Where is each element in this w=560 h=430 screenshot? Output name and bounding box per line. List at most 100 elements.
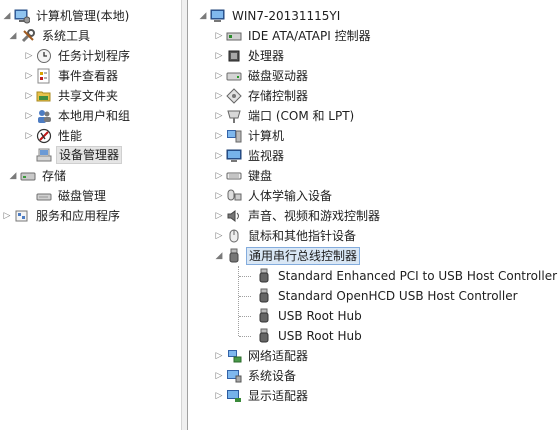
tree-item-performance[interactable]: ▷ 性能	[24, 126, 84, 146]
collapse-arrow-icon[interactable]: ◢	[198, 6, 208, 26]
category-usb-controllers[interactable]: ◢ 通用串行总线控制器	[214, 246, 361, 266]
tree-item-label: 系统工具	[42, 29, 91, 43]
tree-item-local-users-groups[interactable]: ▷ 本地用户和组	[24, 106, 132, 126]
usb-device-item[interactable]: USB Root Hub	[244, 306, 364, 326]
services-icon	[14, 208, 30, 224]
tree-item-event-viewer[interactable]: ▷ 事件查看器	[24, 66, 120, 86]
tree-item-label: 处理器	[248, 49, 285, 63]
processor-icon	[226, 48, 242, 64]
expand-arrow-icon[interactable]: ▷	[214, 86, 224, 106]
expand-arrow-icon[interactable]: ▷	[214, 66, 224, 86]
console-tree-pane: ◢ 计算机管理(本地) ◢ 系统工具 ▷ 任务计划程序 ▷ 事件查看器 ▷ 共享…	[0, 0, 181, 430]
tree-item-label: 系统设备	[248, 369, 297, 383]
tree-item-label: 共享文件夹	[58, 89, 119, 103]
expand-arrow-icon[interactable]: ▷	[214, 106, 224, 126]
device-category[interactable]: ▷ 计算机	[214, 126, 286, 146]
usb-device-icon	[256, 288, 272, 304]
hid-icon	[226, 188, 242, 204]
usb-device-item[interactable]: Standard Enhanced PCI to USB Host Contro…	[244, 266, 559, 286]
device-category[interactable]: ▷ 声音、视频和游戏控制器	[214, 206, 382, 226]
monitor-icon	[226, 148, 242, 164]
expand-arrow-icon[interactable]: ▷	[214, 386, 224, 406]
tree-item-services-applications[interactable]: ▷ 服务和应用程序	[2, 206, 122, 226]
expand-arrow-icon[interactable]: ▷	[24, 86, 34, 106]
expand-arrow-icon[interactable]: ▷	[214, 186, 224, 206]
usb-device-item[interactable]: USB Root Hub	[244, 326, 364, 346]
tree-item-storage[interactable]: ◢ 存储	[8, 166, 68, 186]
device-manager-icon	[36, 147, 52, 163]
device-category[interactable]: ▷ 系统设备	[214, 366, 298, 386]
tree-item-label: IDE ATA/ATAPI 控制器	[248, 29, 371, 43]
device-category[interactable]: ▷ 鼠标和其他指针设备	[214, 226, 358, 246]
expand-arrow-icon[interactable]: ▷	[214, 366, 224, 386]
expand-arrow-icon[interactable]: ▷	[214, 26, 224, 46]
tree-item-label: 事件查看器	[58, 69, 119, 83]
tree-item-label: 本地用户和组	[58, 109, 131, 123]
expand-arrow-icon[interactable]: ▷	[24, 126, 34, 146]
clock-icon	[36, 48, 52, 64]
collapse-arrow-icon[interactable]: ◢	[8, 26, 18, 46]
expand-arrow-icon[interactable]: ▷	[214, 46, 224, 66]
category-label: 通用串行总线控制器	[246, 247, 361, 265]
expand-arrow-icon[interactable]: ▷	[24, 106, 34, 126]
tree-item-label: 监视器	[248, 149, 285, 163]
expand-arrow-icon[interactable]: ▷	[214, 166, 224, 186]
collapse-arrow-icon[interactable]: ◢	[214, 246, 224, 266]
shared-folder-icon	[36, 88, 52, 104]
usb-device-item[interactable]: Standard OpenHCD USB Host Controller	[244, 286, 520, 306]
expand-arrow-icon[interactable]: ▷	[214, 346, 224, 366]
device-category[interactable]: ▷ 端口 (COM 和 LPT)	[214, 106, 356, 126]
display-adapter-icon	[226, 388, 242, 404]
device-category[interactable]: ▷ 监视器	[214, 146, 286, 166]
tree-item-label: 声音、视频和游戏控制器	[248, 209, 381, 223]
tree-item-disk-management[interactable]: 磁盘管理	[24, 186, 108, 206]
device-category[interactable]: ▷ 人体学输入设备	[214, 186, 334, 206]
expand-arrow-icon[interactable]: ▷	[24, 66, 34, 86]
device-category[interactable]: ▷ 处理器	[214, 46, 286, 66]
disk-drive-icon	[226, 68, 242, 84]
network-adapter-icon	[226, 348, 242, 364]
tree-item-label: 网络适配器	[248, 349, 309, 363]
tree-item-system-tools[interactable]: ◢ 系统工具	[8, 26, 92, 46]
computer-icon	[226, 128, 242, 144]
tree-item-label: 显示适配器	[248, 389, 309, 403]
device-category[interactable]: ▷ 存储控制器	[214, 86, 310, 106]
tree-item-device-manager[interactable]: 设备管理器	[24, 145, 123, 165]
device-category[interactable]: ▷ 键盘	[214, 166, 274, 186]
tree-item-shared-folders[interactable]: ▷ 共享文件夹	[24, 86, 120, 106]
expand-arrow-icon[interactable]: ▷	[214, 226, 224, 246]
pane-splitter[interactable]	[181, 0, 188, 430]
collapse-arrow-icon[interactable]: ◢	[8, 166, 18, 186]
expand-arrow-icon[interactable]: ▷	[214, 206, 224, 226]
device-category[interactable]: ▷ IDE ATA/ATAPI 控制器	[214, 26, 373, 46]
keyboard-icon	[226, 168, 242, 184]
expand-arrow-icon[interactable]: ▷	[24, 46, 34, 66]
tree-item-label: 磁盘管理	[58, 189, 107, 203]
expand-arrow-icon[interactable]: ▷	[2, 206, 12, 226]
device-tree-root[interactable]: ◢ WIN7-20131115YI	[198, 6, 342, 26]
expand-arrow-icon[interactable]: ▷	[214, 146, 224, 166]
tree-item-label: 鼠标和其他指针设备	[248, 229, 357, 243]
tree-item-label: 端口 (COM 和 LPT)	[248, 109, 355, 123]
system-device-icon	[226, 368, 242, 384]
expand-arrow-icon[interactable]: ▷	[214, 126, 224, 146]
tree-item-label: 磁盘驱动器	[248, 69, 309, 83]
mouse-icon	[226, 228, 242, 244]
device-category[interactable]: ▷ 显示适配器	[214, 386, 310, 406]
tree-item-computer-management[interactable]: ◢ 计算机管理(本地)	[2, 6, 131, 26]
collapse-arrow-icon[interactable]: ◢	[2, 6, 12, 26]
storage-controller-icon	[226, 88, 242, 104]
tree-item-label: 设备管理器	[56, 146, 123, 164]
tree-item-label: Standard Enhanced PCI to USB Host Contro…	[278, 269, 558, 283]
event-viewer-icon	[36, 68, 52, 84]
device-category[interactable]: ▷ 网络适配器	[214, 346, 310, 366]
tree-item-label: 任务计划程序	[58, 49, 131, 63]
device-category[interactable]: ▷ 磁盘驱动器	[214, 66, 310, 86]
tree-item-task-scheduler[interactable]: ▷ 任务计划程序	[24, 46, 132, 66]
device-tree-pane: ◢ WIN7-20131115YI ▷ IDE ATA/ATAPI 控制器 ▷ 处理器…	[188, 0, 560, 430]
computer-management-icon	[14, 8, 30, 24]
